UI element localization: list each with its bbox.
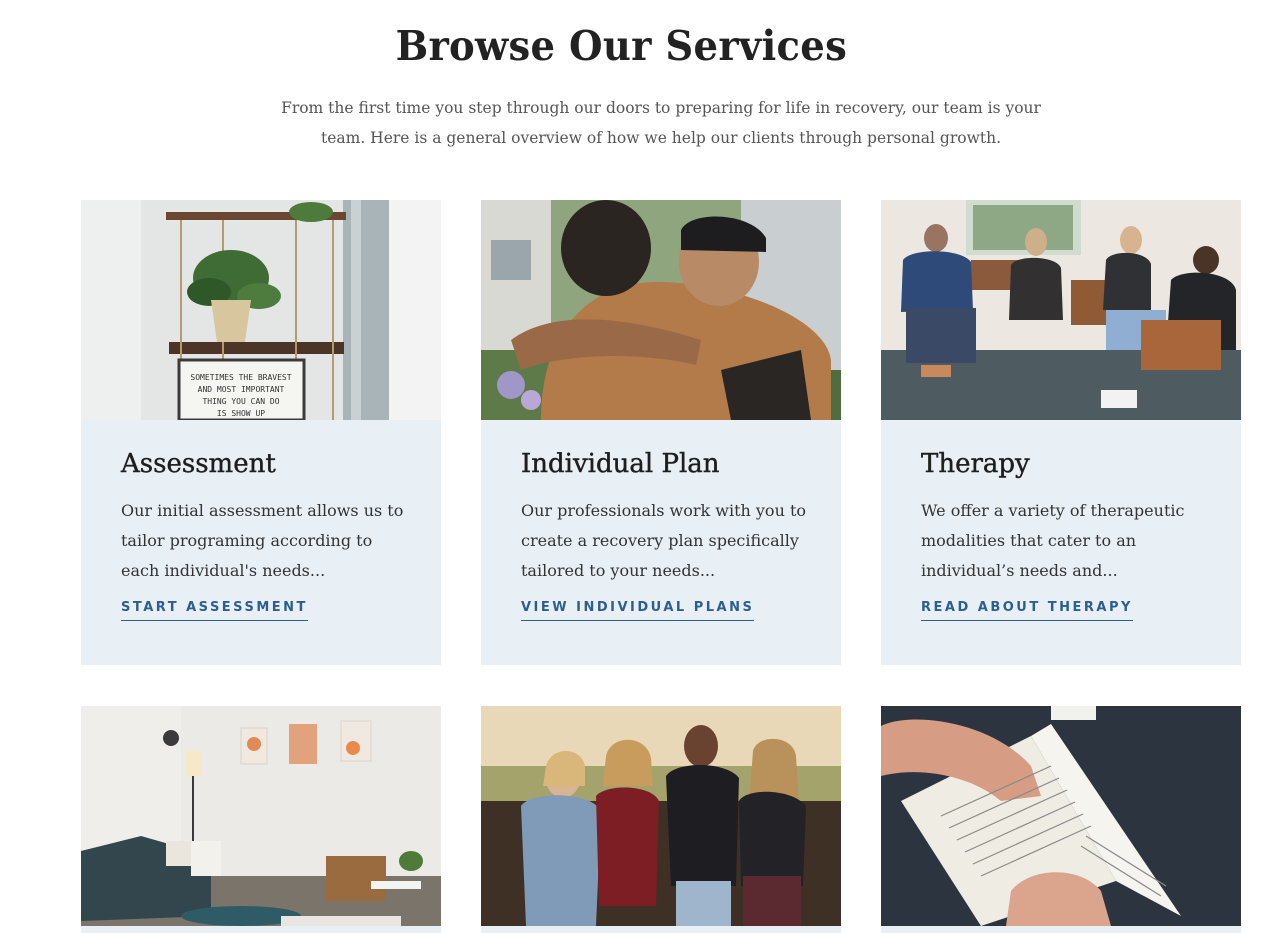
- book-reading-photo: [881, 706, 1241, 926]
- service-card-row2-3: [881, 706, 1241, 933]
- service-card-assessment: SOMETIMES THE BRAVEST AND MOST IMPORTANT…: [81, 200, 441, 665]
- card-title: Therapy: [921, 449, 1030, 479]
- intro-text: From the first time you step through our…: [281, 99, 1041, 147]
- read-about-therapy-link[interactable]: READ ABOUT THERAPY: [921, 600, 1133, 621]
- letter-board-line-4: IS SHOW UP: [217, 409, 265, 418]
- start-assessment-link[interactable]: START ASSESSMENT: [121, 600, 308, 621]
- letter-board-line-3: THING YOU CAN DO: [202, 397, 279, 406]
- service-card-therapy: Therapy We offer a variety of therapeuti…: [881, 200, 1241, 665]
- page-title: Browse Our Services: [395, 22, 848, 70]
- letter-board-line-1: SOMETIMES THE BRAVEST: [190, 373, 291, 382]
- service-card-row2-1: [81, 706, 441, 933]
- letter-board-line-2: AND MOST IMPORTANT: [198, 385, 285, 394]
- individual-plan-photo: [481, 200, 841, 420]
- card-description: Our professionals work with you to creat…: [521, 501, 807, 580]
- living-room-photo: [81, 706, 441, 926]
- card-title: Individual Plan: [521, 449, 720, 479]
- view-individual-plans-link[interactable]: VIEW INDIVIDUAL PLANS: [521, 600, 755, 621]
- group-friends-photo: [481, 706, 841, 926]
- card-description: We offer a variety of therapeutic modali…: [921, 501, 1185, 580]
- service-card-individual-plan: Individual Plan Our professionals work w…: [481, 200, 841, 665]
- card-description: Our initial assessment allows us to tail…: [121, 501, 404, 580]
- assessment-photo: SOMETIMES THE BRAVEST AND MOST IMPORTANT…: [81, 200, 441, 420]
- card-title: Assessment: [121, 449, 276, 479]
- service-card-row2-2: [481, 706, 841, 933]
- therapy-photo: [881, 200, 1241, 420]
